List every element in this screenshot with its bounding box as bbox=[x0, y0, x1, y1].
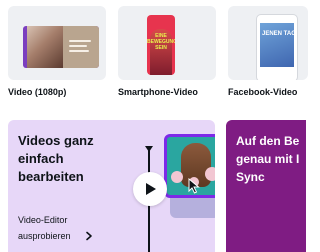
template-card-smartphone-video[interactable]: EINE BEWEGUNG SEIN bbox=[118, 6, 216, 80]
sync-banner-title: Auf den Be genau mit I Sync bbox=[236, 134, 300, 184]
facebook-video-thumbnail: JENEN TAG bbox=[256, 14, 298, 80]
facebook-thumbnail-image bbox=[260, 23, 294, 67]
chevron-right-icon[interactable] bbox=[84, 231, 94, 241]
facebook-thumbnail-text: JENEN TAG bbox=[262, 31, 296, 37]
video-editor-cta-link[interactable]: Video-Editor ausprobieren bbox=[18, 212, 108, 244]
mouse-cursor-icon bbox=[188, 178, 200, 194]
video-editor-banner-title: Videos ganz einfach bearbeiten bbox=[18, 133, 94, 184]
smartphone-thumbnail-text: EINE BEWEGUNG SEIN bbox=[147, 33, 175, 51]
couple-photo bbox=[27, 26, 63, 68]
template-card-facebook-video[interactable]: JENEN TAG bbox=[228, 6, 308, 80]
timeline-marker-icon bbox=[145, 146, 153, 152]
template-card-video-1080p[interactable] bbox=[8, 6, 106, 80]
video-editor-banner[interactable]: Videos ganz einfach bearbeiten Video-Edi… bbox=[8, 120, 215, 252]
template-label-facebook-video[interactable]: Facebook-Video bbox=[228, 87, 297, 97]
smartphone-video-thumbnail: EINE BEWEGUNG SEIN bbox=[147, 15, 175, 75]
play-button[interactable] bbox=[133, 172, 167, 206]
sync-banner[interactable]: Auf den Be genau mit I Sync bbox=[226, 120, 306, 252]
template-label-smartphone-video[interactable]: Smartphone-Video bbox=[118, 87, 198, 97]
video-1080p-thumbnail bbox=[23, 26, 99, 68]
play-icon bbox=[146, 183, 156, 195]
thumbnail-text-panel bbox=[63, 26, 99, 68]
template-label-video-1080p[interactable]: Video (1080p) bbox=[8, 87, 66, 97]
